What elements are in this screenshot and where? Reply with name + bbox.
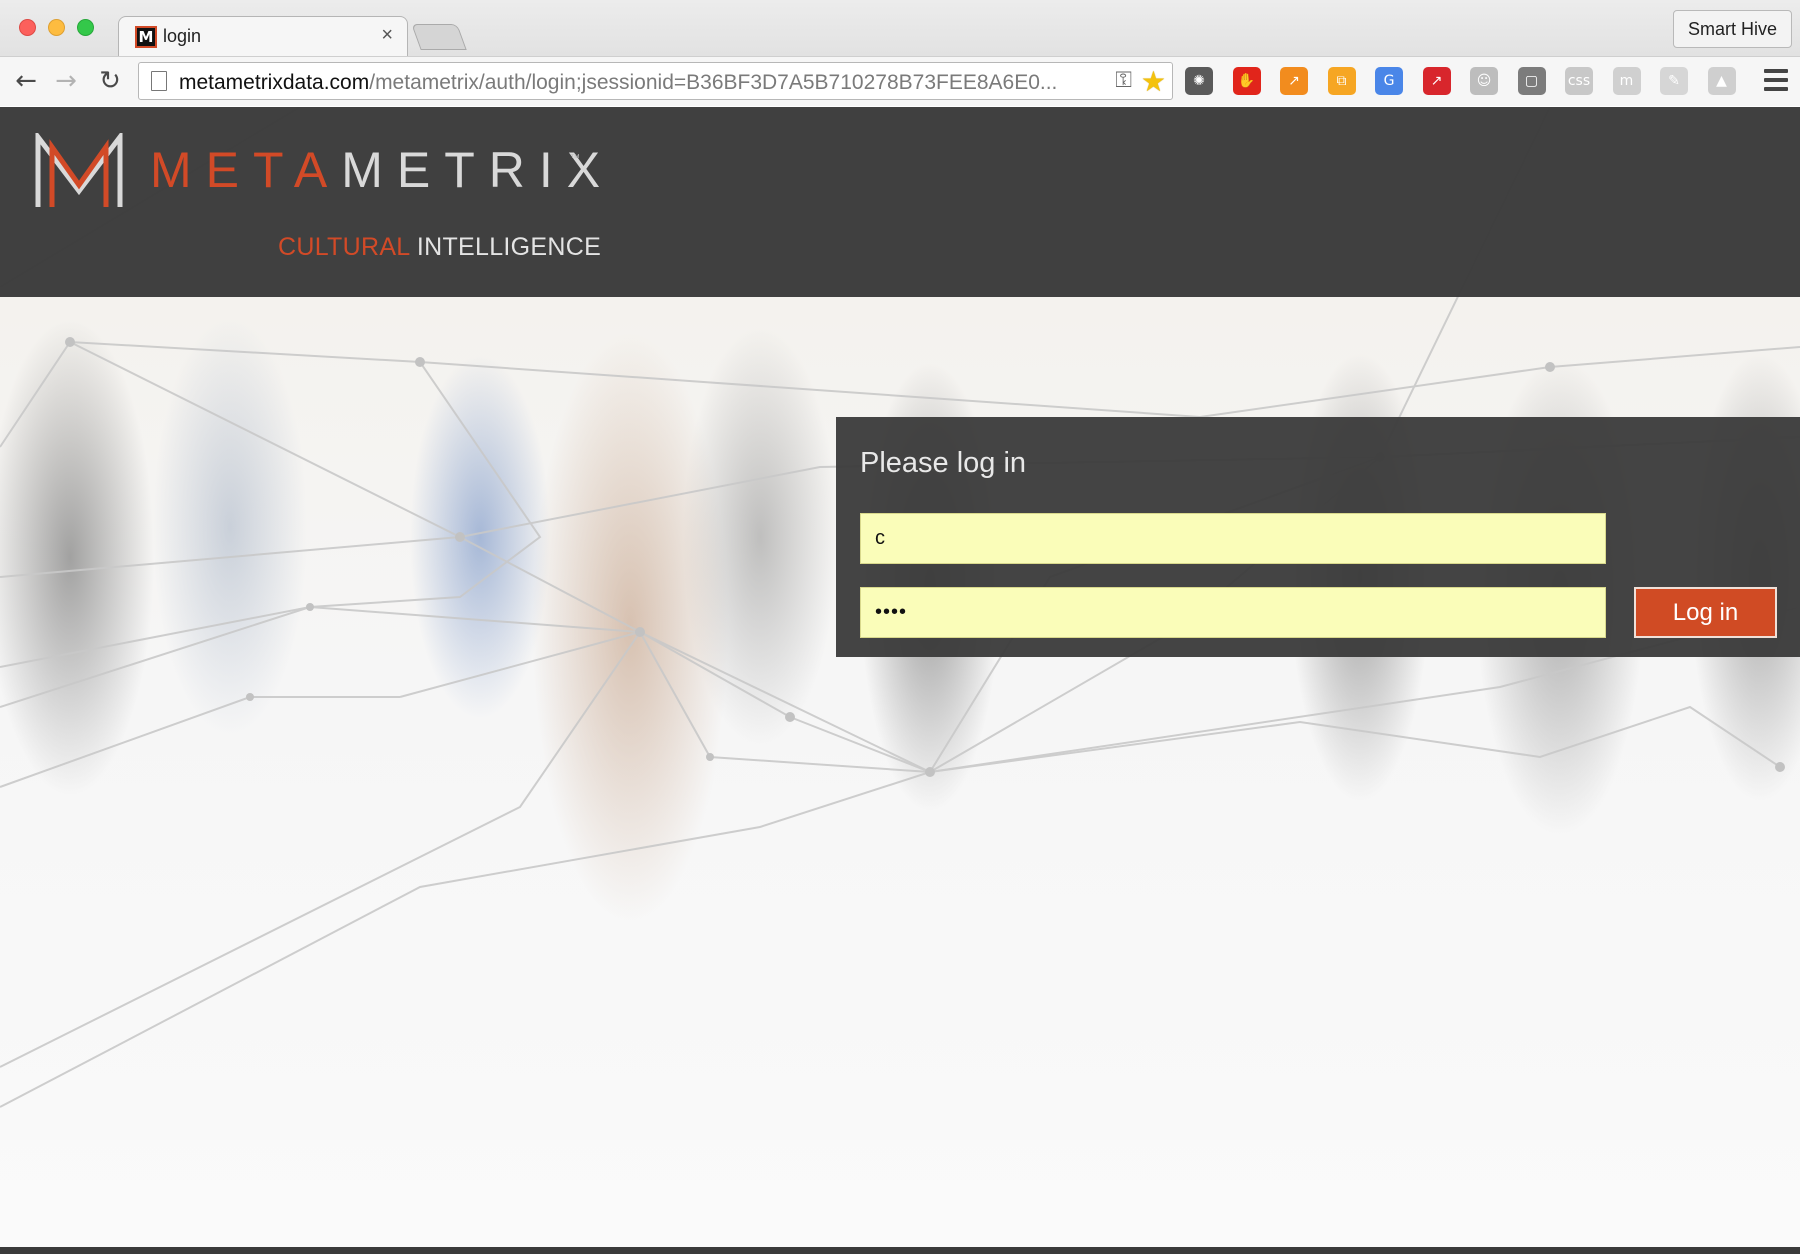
key-icon[interactable]: ⚿ [1115, 68, 1132, 93]
browser-toolbar: ← → ↻ metametrixdata.com/metametrix/auth… [0, 56, 1800, 106]
maximize-window-button[interactable] [77, 19, 94, 36]
minimize-window-button[interactable] [48, 19, 65, 36]
trademark-symbol: ™ [570, 153, 580, 164]
ext-share-icon[interactable]: ⧉ [1327, 67, 1356, 95]
brand-wordmark[interactable]: METAMETRIX [150, 141, 614, 199]
url-path: /metametrix/auth/login;jsessionid=B36BF3… [369, 71, 1058, 94]
tagline-cultural: CULTURAL [278, 233, 410, 261]
url-host: metametrixdata.com [179, 71, 370, 94]
star-icon[interactable]: ★ [1141, 65, 1166, 98]
tab-title: login [163, 26, 202, 46]
menu-icon[interactable] [1764, 69, 1788, 91]
address-bar[interactable]: metametrixdata.com/metametrix/auth/login… [138, 62, 1173, 100]
tab-login[interactable]: M login × [118, 16, 408, 56]
footer-bar [0, 1247, 1800, 1254]
forward-arrow-icon[interactable]: → [50, 65, 82, 97]
login-title: Please log in [860, 447, 1027, 479]
brand-metrix: METRIX [341, 142, 615, 198]
tab-strip: M login × Smart Hive [0, 0, 1800, 56]
metametrix-logo-icon [35, 133, 123, 207]
tagline-intelligence: INTELLIGENCE [416, 233, 602, 261]
password-field[interactable] [860, 587, 1606, 638]
close-window-button[interactable] [19, 19, 36, 36]
login-button[interactable]: Log in [1634, 587, 1777, 638]
ext-analytics-icon[interactable]: ↗ [1280, 67, 1308, 95]
ext-head-icon[interactable]: ☺ [1470, 67, 1498, 95]
back-arrow-icon[interactable]: ← [10, 65, 42, 97]
ext-translate-icon[interactable]: G [1375, 67, 1403, 95]
ext-css-icon[interactable]: css [1565, 67, 1593, 95]
username-field[interactable] [860, 513, 1606, 564]
ext-m-icon[interactable]: m [1612, 67, 1641, 95]
close-tab-icon[interactable]: × [381, 24, 393, 47]
page-icon [151, 71, 167, 91]
url-text[interactable]: metametrixdata.com/metametrix/auth/login… [179, 71, 1109, 95]
profile-button[interactable]: Smart Hive [1672, 10, 1792, 48]
page-content: METAMETRIX ™ CULTURAL INTELLIGENCE Pleas… [0, 107, 1800, 1254]
ext-drive-icon[interactable]: ▲ [1707, 67, 1736, 95]
ext-note-icon[interactable]: ✎ [1660, 67, 1688, 95]
login-panel: Please log in Log in [836, 417, 1800, 657]
ext-screenshot-icon[interactable]: ▢ [1517, 67, 1546, 95]
tagline: CULTURAL INTELLIGENCE [278, 233, 601, 262]
reload-icon[interactable]: ↻ [94, 65, 126, 97]
ext-adblock-icon[interactable]: ✋ [1232, 67, 1261, 95]
brand-meta: META [150, 142, 342, 198]
site-header: METAMETRIX ™ CULTURAL INTELLIGENCE [0, 107, 1800, 297]
ext-spider-icon[interactable]: ✺ [1185, 67, 1213, 95]
browser-chrome: M login × Smart Hive ← → ↻ metametrixdat… [0, 0, 1800, 106]
ext-pdf-icon[interactable]: ↗ [1422, 67, 1451, 95]
favicon-icon: M [135, 26, 157, 48]
new-tab-button[interactable] [411, 24, 467, 50]
